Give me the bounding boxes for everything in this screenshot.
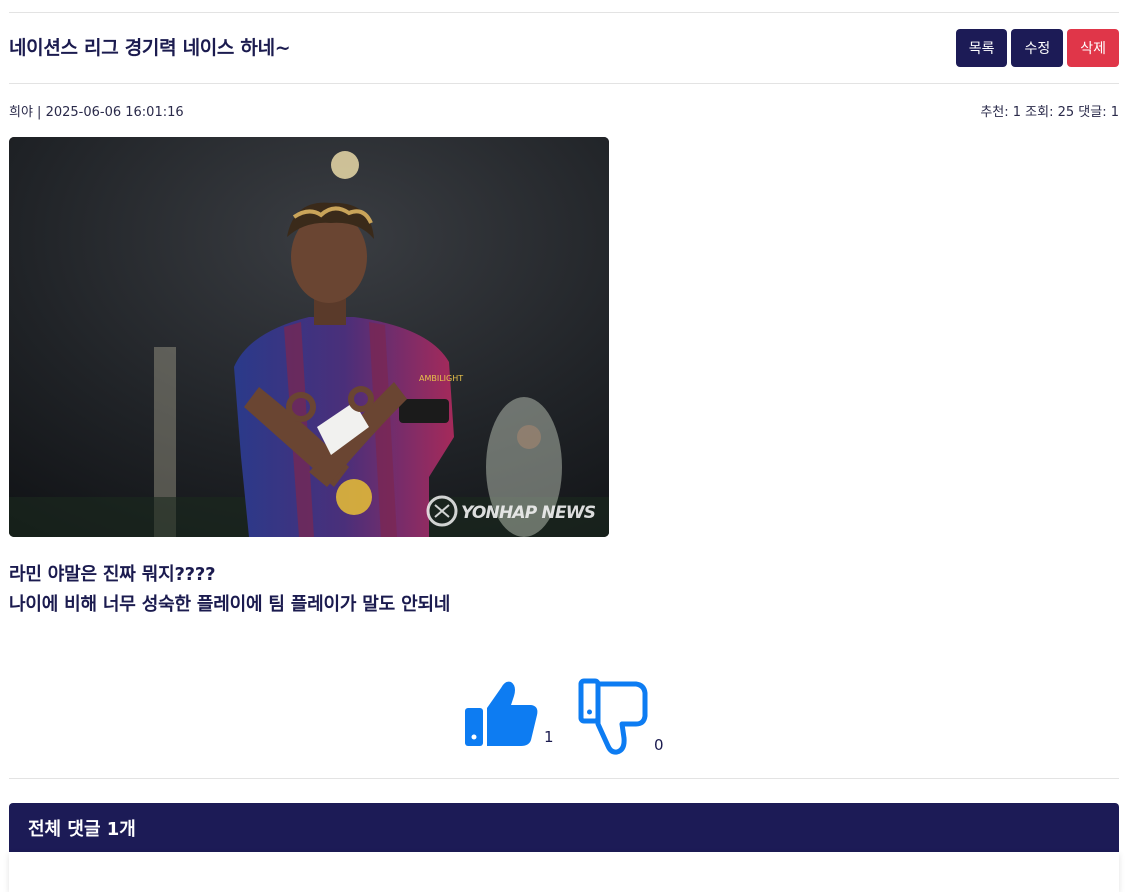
post-body-line: 나이에 비해 너무 성숙한 플레이에 팀 플레이가 말도 안되네 [9, 594, 451, 615]
thumbs-down-icon [578, 678, 648, 755]
like-count: 1 [544, 728, 554, 746]
like-vote[interactable]: 1 [465, 678, 554, 748]
delete-button[interactable]: 삭제 [1067, 29, 1119, 67]
post-body: 라민 야말은 진짜 뭐지???? 나이에 비해 너무 성숙한 플레이에 팀 플레… [9, 560, 450, 620]
title-divider [9, 83, 1119, 84]
top-divider [9, 12, 1119, 13]
edit-button[interactable]: 수정 [1011, 29, 1064, 67]
post-title: 네이션스 리그 경기력 네이스 하네~ [9, 37, 291, 59]
dislike-vote[interactable]: 0 [578, 678, 664, 756]
post-photo-illustration: AMBILIGHT YONHAP NEWS [9, 137, 609, 537]
author-date: 희야 | 2025-06-06 16:01:16 [9, 105, 184, 120]
post-actions: 목록 수정 삭제 [955, 29, 1119, 67]
comments-header: 전체 댓글 1개 [9, 803, 1119, 852]
post-stats: 추천: 1 조회: 25 댓글: 1 [980, 105, 1119, 120]
vote-divider [9, 778, 1119, 779]
jersey-text: AMBILIGHT [419, 374, 463, 383]
dislike-count: 0 [654, 736, 664, 754]
image-watermark: YONHAP NEWS [461, 503, 596, 523]
thumbs-up-icon [465, 681, 538, 746]
comments-panel [9, 852, 1119, 892]
post-body-line: 라민 야말은 진짜 뭐지???? [9, 564, 216, 585]
post-image: AMBILIGHT YONHAP NEWS [9, 137, 609, 537]
list-button[interactable]: 목록 [955, 29, 1008, 67]
comments-title: 전체 댓글 1개 [28, 818, 136, 840]
